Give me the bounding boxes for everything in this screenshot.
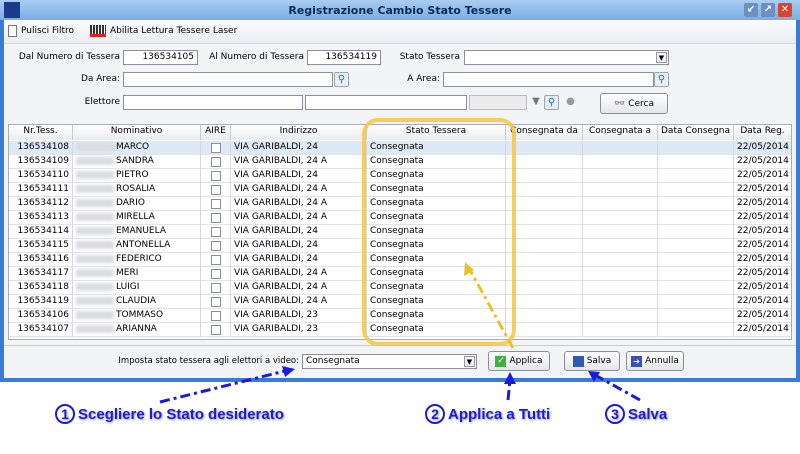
annotation-1: 1 Scegliere lo Stato desiderato	[55, 404, 284, 424]
yellow-arrow	[468, 269, 515, 349]
arrow-1	[159, 369, 286, 404]
arrow-3	[594, 373, 641, 402]
annotation-2: 2 Applica a Tutti	[425, 404, 550, 424]
annotation-3: 3 Salva	[605, 404, 667, 424]
annotation-arrows	[159, 262, 641, 404]
